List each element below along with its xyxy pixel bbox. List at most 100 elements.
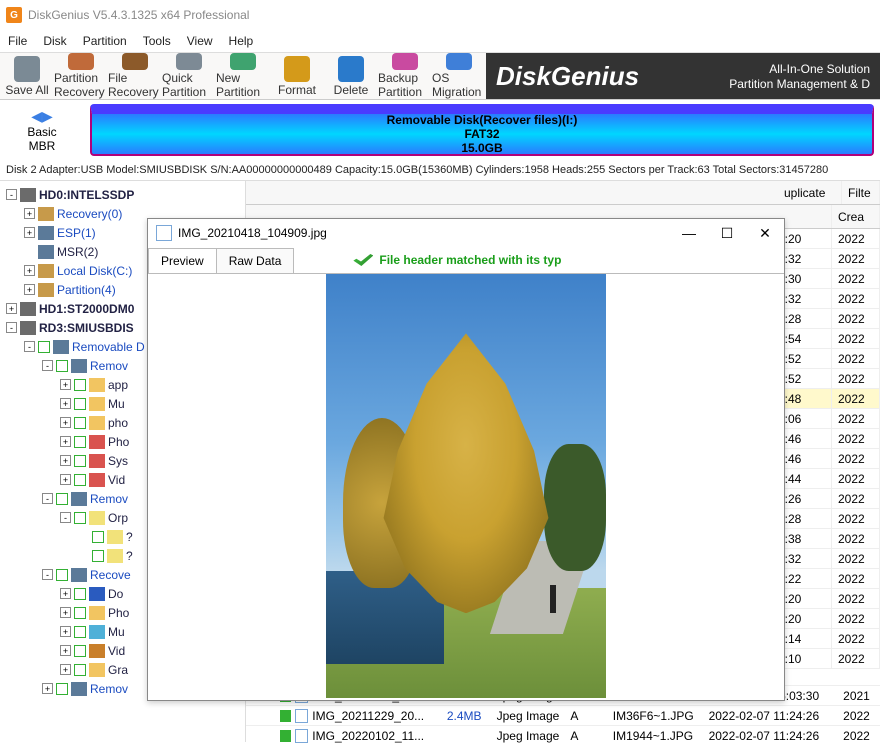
tree-item[interactable]: -HD0:INTELSSDP — [0, 185, 245, 204]
tree-label: Vid — [108, 473, 125, 487]
toolbar-format[interactable]: Format — [270, 53, 324, 99]
tree-toggle-icon[interactable]: - — [60, 512, 71, 523]
tree-label: MSR(2) — [57, 245, 98, 259]
toolbar-save-all[interactable]: Save All — [0, 53, 54, 99]
menu-disk[interactable]: Disk — [43, 34, 66, 48]
toolbar-icon — [68, 53, 94, 70]
tree-toggle-icon[interactable]: - — [6, 189, 17, 200]
disk-type-label: ◀▶ Basic MBR — [0, 100, 84, 160]
grid-header: uplicate Filte — [246, 181, 880, 205]
folder-icon — [89, 378, 105, 392]
toolbar-partition-recovery[interactable]: Partition Recovery — [54, 53, 108, 99]
file-row[interactable]: IMG_20220102_11...Jpeg ImageAIM1944~1.JP… — [246, 725, 880, 745]
toolbar-delete[interactable]: Delete — [324, 53, 378, 99]
tree-checkbox[interactable] — [92, 550, 104, 562]
minimize-button[interactable]: — — [670, 225, 708, 241]
tree-checkbox[interactable] — [74, 455, 86, 467]
tree-toggle-icon[interactable]: + — [24, 227, 35, 238]
tree-toggle-icon[interactable]: - — [42, 360, 53, 371]
tree-toggle-icon[interactable]: + — [60, 664, 71, 675]
toolbar-new-partition[interactable]: New Partition — [216, 53, 270, 99]
tree-checkbox[interactable] — [92, 531, 104, 543]
tree-checkbox[interactable] — [74, 664, 86, 676]
file-row[interactable]: IMG_20211229_20...2.4MBJpeg ImageAIM36F6… — [246, 705, 880, 725]
tree-toggle-icon[interactable]: + — [24, 284, 35, 295]
toolbar-icon — [230, 53, 256, 70]
col-date[interactable]: Crea — [832, 205, 880, 228]
tab-raw-data[interactable]: Raw Data — [216, 248, 295, 273]
toolbar-file-recovery[interactable]: File Recovery — [108, 53, 162, 99]
col-duplicate[interactable]: uplicate — [778, 181, 842, 204]
tree-checkbox[interactable] — [74, 379, 86, 391]
menu-help[interactable]: Help — [229, 34, 254, 48]
tree-label: Recove — [90, 568, 131, 582]
toolbar-icon — [122, 53, 148, 70]
preview-window[interactable]: IMG_20210418_104909.jpg — ☐ ✕ Preview Ra… — [147, 218, 785, 701]
tree-toggle-icon[interactable]: + — [60, 626, 71, 637]
tree-toggle-icon[interactable]: + — [6, 303, 17, 314]
tree-toggle-icon[interactable]: - — [42, 569, 53, 580]
tree-checkbox[interactable] — [74, 588, 86, 600]
tree-toggle-icon[interactable]: + — [60, 645, 71, 656]
tree-toggle-icon[interactable]: - — [42, 493, 53, 504]
menu-file[interactable]: File — [8, 34, 27, 48]
maximize-button[interactable]: ☐ — [708, 225, 746, 242]
tree-checkbox[interactable] — [38, 341, 50, 353]
menu-partition[interactable]: Partition — [83, 34, 127, 48]
brand-banner: DiskGenius All-In-One Solution Partition… — [486, 53, 880, 99]
tree-toggle-icon[interactable]: + — [60, 398, 71, 409]
preview-titlebar[interactable]: IMG_20210418_104909.jpg — ☐ ✕ — [148, 219, 784, 247]
tree-toggle-icon[interactable]: + — [60, 588, 71, 599]
tree-checkbox[interactable] — [74, 512, 86, 524]
tree-toggle-icon[interactable]: + — [60, 607, 71, 618]
toolbar-backup-partition[interactable]: Backup Partition — [378, 53, 432, 99]
tree-toggle-icon[interactable]: - — [6, 322, 17, 333]
partition-bar[interactable]: Removable Disk(Recover files)(I:) FAT32 … — [90, 104, 874, 156]
tree-checkbox[interactable] — [74, 626, 86, 638]
folder-icon — [89, 397, 105, 411]
tree-toggle-icon[interactable]: + — [42, 683, 53, 694]
tree-checkbox[interactable] — [56, 569, 68, 581]
toolbar-quick-partition[interactable]: Quick Partition — [162, 53, 216, 99]
tree-checkbox[interactable] — [74, 607, 86, 619]
tree-label: Do — [108, 587, 123, 601]
folder-icon — [71, 492, 87, 506]
menu-tools[interactable]: Tools — [143, 34, 171, 48]
tree-checkbox[interactable] — [74, 398, 86, 410]
tree-checkbox[interactable] — [74, 436, 86, 448]
row-checkbox[interactable] — [280, 730, 291, 742]
tree-toggle-icon[interactable]: + — [24, 265, 35, 276]
folder-icon — [89, 587, 105, 601]
tree-checkbox[interactable] — [56, 683, 68, 695]
tree-toggle-icon[interactable]: - — [24, 341, 35, 352]
tree-toggle-icon[interactable]: + — [60, 379, 71, 390]
banner-right: All-In-One Solution Partition Management… — [729, 61, 870, 92]
tree-checkbox[interactable] — [56, 493, 68, 505]
row-checkbox[interactable] — [280, 710, 291, 722]
check-icon — [353, 254, 373, 266]
file-icon — [295, 729, 308, 743]
tree-checkbox[interactable] — [74, 474, 86, 486]
toolbar-os-migration[interactable]: OS Migration — [432, 53, 486, 99]
folder-icon — [71, 682, 87, 696]
window-titlebar: G DiskGenius V5.4.3.1325 x64 Professiona… — [0, 0, 880, 30]
nav-arrows-icon[interactable]: ◀▶ — [31, 108, 53, 125]
tree-toggle-icon[interactable]: + — [60, 436, 71, 447]
tree-toggle-icon[interactable]: + — [24, 208, 35, 219]
close-button[interactable]: ✕ — [746, 225, 784, 242]
tree-toggle-icon[interactable]: + — [60, 417, 71, 428]
preview-image — [326, 274, 606, 698]
toolbar-icon — [284, 56, 310, 82]
folder-icon — [89, 625, 105, 639]
folder-icon — [38, 245, 54, 259]
tree-toggle-icon[interactable]: + — [60, 455, 71, 466]
tree-checkbox[interactable] — [74, 645, 86, 657]
tab-preview[interactable]: Preview — [148, 248, 217, 273]
folder-icon — [107, 530, 123, 544]
menu-view[interactable]: View — [187, 34, 213, 48]
folder-icon — [38, 264, 54, 278]
tree-checkbox[interactable] — [56, 360, 68, 372]
col-filter[interactable]: Filte — [842, 181, 880, 204]
tree-checkbox[interactable] — [74, 417, 86, 429]
tree-toggle-icon[interactable]: + — [60, 474, 71, 485]
